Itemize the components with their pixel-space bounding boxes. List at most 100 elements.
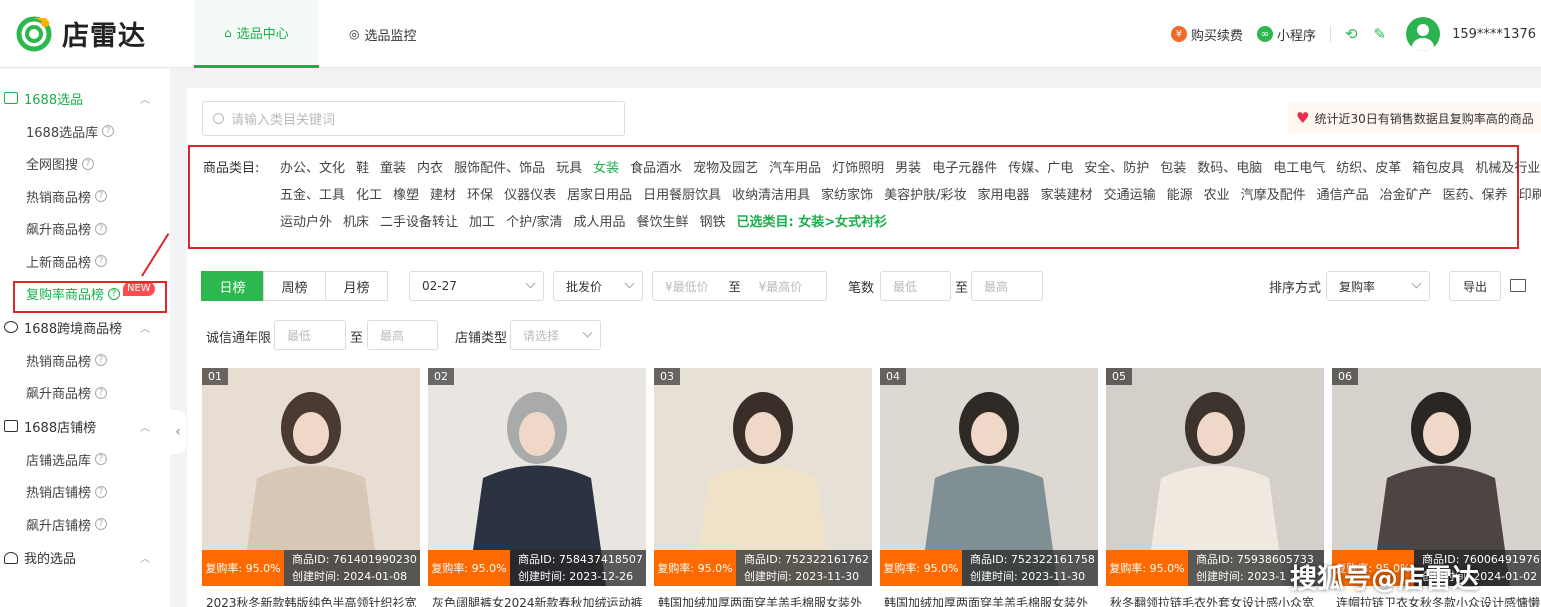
category-option[interactable]: 家用电器	[978, 188, 1030, 203]
category-option[interactable]: 箱包皮具	[1412, 161, 1464, 176]
sidebar-group-1688-selection[interactable]: 1688选品 ︿	[0, 81, 170, 115]
category-option[interactable]: 建材	[430, 188, 456, 203]
category-option[interactable]: 办公、文化	[280, 161, 345, 176]
category-option[interactable]: 通信产品	[1317, 188, 1369, 203]
help-icon[interactable]: ?	[95, 386, 108, 399]
category-option[interactable]: 二手设备转让	[380, 215, 458, 230]
help-icon[interactable]: ?	[95, 255, 108, 268]
sidebar-group-cross-border[interactable]: 1688跨境商品榜 ︿	[0, 310, 170, 344]
category-option[interactable]: 家装建材	[1041, 188, 1093, 203]
help-icon[interactable]: ?	[95, 222, 108, 235]
export-button[interactable]: 导出	[1449, 271, 1501, 301]
list-view-icon[interactable]	[1510, 279, 1526, 292]
category-option[interactable]: 成人用品	[573, 215, 625, 230]
category-option[interactable]: 冶金矿产	[1380, 188, 1432, 203]
category-option[interactable]: 家纺家饰	[821, 188, 873, 203]
category-option[interactable]: 印刷	[1519, 188, 1541, 203]
price-type-select[interactable]: 批发价	[553, 271, 643, 301]
category-option[interactable]: 日用餐厨饮具	[643, 188, 721, 203]
category-option[interactable]: 仪器仪表	[504, 188, 556, 203]
years-min-input[interactable]: 最低	[274, 320, 346, 350]
collapse-sidebar-button[interactable]: ‹	[170, 410, 186, 454]
product-title[interactable]: 韩国加绒加厚两面穿羊羔毛棉服女装外	[884, 594, 1096, 607]
category-option[interactable]: 电工电气	[1273, 161, 1325, 176]
tab-daily[interactable]: 日榜	[201, 271, 264, 301]
tab-selection-monitor[interactable]: ◎ 选品监控	[319, 0, 447, 68]
category-option[interactable]: 农业	[1204, 188, 1230, 203]
sidebar-item-hot-shops[interactable]: 热销店铺榜?	[0, 476, 170, 509]
product-card[interactable]: 04 复购率: 95.0% 商品ID: 752322161758 创建时间: 2023…	[880, 368, 1098, 607]
category-option[interactable]: 数码、电脑	[1197, 161, 1262, 176]
category-option[interactable]: 纺织、皮革	[1336, 161, 1401, 176]
help-icon[interactable]: ?	[95, 485, 108, 498]
years-max-input[interactable]: 最高	[367, 320, 438, 350]
category-option[interactable]: 女装	[593, 161, 619, 176]
category-option[interactable]: 宠物及园艺	[693, 161, 758, 176]
category-option[interactable]: 能源	[1167, 188, 1193, 203]
category-search-input[interactable]: 请输入类目关键词	[202, 101, 625, 136]
tab-weekly[interactable]: 周榜	[263, 271, 326, 301]
help-icon[interactable]: ?	[95, 518, 108, 531]
category-option[interactable]: 灯饰照明	[832, 161, 884, 176]
tab-selection-center[interactable]: ⌂ 选品中心	[194, 0, 319, 68]
sidebar-item-image-search[interactable]: 全网图搜?	[0, 148, 170, 181]
category-option[interactable]: 汽摩及配件	[1241, 188, 1306, 203]
help-icon[interactable]: ?	[95, 190, 108, 203]
category-option[interactable]: 传媒、广电	[1008, 161, 1073, 176]
category-option[interactable]: 居家日用品	[567, 188, 632, 203]
avatar[interactable]	[1406, 17, 1441, 51]
category-option[interactable]: 服饰配件、饰品	[454, 161, 545, 176]
category-option[interactable]: 交通运输	[1104, 188, 1156, 203]
mini-program-link[interactable]: ∞ 小程序	[1256, 25, 1316, 44]
product-card[interactable]: 03 复购率: 95.0% 商品ID: 752322161762 创建时间: 2023…	[654, 368, 872, 607]
tab-monthly[interactable]: 月榜	[325, 271, 388, 301]
help-icon[interactable]: ?	[102, 125, 115, 138]
category-option[interactable]: 收纳清洁用具	[732, 188, 810, 203]
product-title[interactable]: 灰色阔腿裤女2024新款春秋加绒运动裤	[432, 594, 644, 607]
headset-icon[interactable]: ⟲	[1345, 25, 1358, 43]
category-option[interactable]: 钢铁	[699, 215, 725, 230]
buy-renew-link[interactable]: ¥ 购买续费	[1170, 25, 1243, 44]
category-option[interactable]: 机械及行业设备	[1475, 161, 1541, 176]
count-max-input[interactable]: 最高	[971, 271, 1043, 301]
category-option[interactable]: 个护/家清	[506, 215, 562, 230]
help-icon[interactable]: ?	[95, 354, 108, 367]
sidebar-group-shop-rank[interactable]: 1688店铺榜 ︿	[0, 409, 170, 443]
category-option[interactable]: 五金、工具	[280, 188, 345, 203]
sidebar-item-cb-hot[interactable]: 热销商品榜?	[0, 344, 170, 377]
category-option[interactable]: 玩具	[556, 161, 582, 176]
edit-icon[interactable]: ✎	[1374, 25, 1387, 43]
price-range-input[interactable]: ¥最低价 至 ¥最高价	[652, 271, 827, 301]
help-icon[interactable]: ?	[82, 157, 95, 170]
shop-type-select[interactable]: 请选择	[510, 320, 601, 350]
date-select[interactable]: 02-27	[409, 271, 544, 301]
sidebar-item-shop-library[interactable]: 店铺选品库?	[0, 443, 170, 476]
category-option[interactable]: 橡塑	[393, 188, 419, 203]
category-option[interactable]: 化工	[356, 188, 382, 203]
sidebar-group-my-selection[interactable]: 我的选品 ︿	[0, 541, 170, 575]
sidebar-item-rising-shops[interactable]: 飙升店铺榜?	[0, 508, 170, 541]
category-option[interactable]: 安全、防护	[1084, 161, 1149, 176]
sort-select[interactable]: 复购率	[1326, 271, 1430, 301]
category-option[interactable]: 医药、保养	[1443, 188, 1508, 203]
category-option[interactable]: 机床	[343, 215, 369, 230]
sidebar-item-1688-library[interactable]: 1688选品库?	[0, 115, 170, 148]
count-min-input[interactable]: 最低	[880, 271, 951, 301]
category-option[interactable]: 电子元器件	[932, 161, 997, 176]
product-title[interactable]: 2023秋冬新款韩版纯色半高领针织衫宽	[206, 594, 418, 607]
brand-logo[interactable]: 店雷达	[16, 14, 146, 53]
user-phone[interactable]: 159****1376	[1452, 27, 1536, 42]
sidebar-item-rising-products[interactable]: 飙升商品榜?	[0, 213, 170, 246]
category-option[interactable]: 加工	[469, 215, 495, 230]
category-option[interactable]: 鞋	[356, 161, 369, 176]
category-option[interactable]: 餐饮生鲜	[636, 215, 688, 230]
product-card[interactable]: 01 复购率: 95.0% 商品ID: 761401990230 创建时间: 2024…	[202, 368, 420, 607]
category-option[interactable]: 童装	[380, 161, 406, 176]
category-option[interactable]: 环保	[467, 188, 493, 203]
sidebar-item-hot-products[interactable]: 热销商品榜?	[0, 180, 170, 213]
category-option[interactable]: 内衣	[417, 161, 443, 176]
category-option[interactable]: 包装	[1160, 161, 1186, 176]
category-option[interactable]: 男装	[895, 161, 921, 176]
category-option[interactable]: 汽车用品	[769, 161, 821, 176]
sidebar-item-cb-rising[interactable]: 飙升商品榜?	[0, 377, 170, 410]
